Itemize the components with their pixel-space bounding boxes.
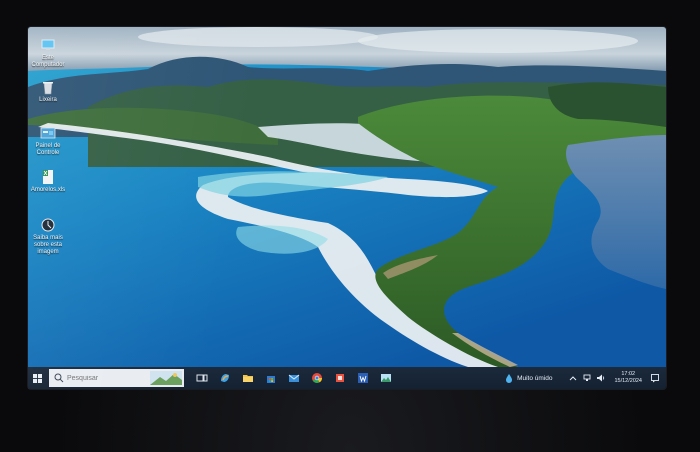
photos-icon xyxy=(380,374,391,382)
desktop-screen: Este Computador Lixeira Painel de Contro… xyxy=(28,27,666,389)
copilot-button[interactable] xyxy=(213,367,236,389)
file-explorer-icon xyxy=(242,375,253,382)
chrome-icon xyxy=(311,373,322,384)
computer-icon xyxy=(41,39,55,50)
search-input[interactable] xyxy=(67,374,147,382)
chevron-up-icon[interactable] xyxy=(568,373,578,383)
task-view-icon xyxy=(196,374,207,382)
chrome-button[interactable] xyxy=(305,367,328,389)
store-button[interactable] xyxy=(259,367,282,389)
office-button[interactable] xyxy=(328,367,351,389)
taskbar-search-box[interactable] xyxy=(49,369,184,387)
desktop-icon-label: Este Computador xyxy=(31,55,65,68)
desktop-icon-label: Painel de Controle xyxy=(35,143,61,156)
desktop-icon-learn-about-image[interactable]: Saiba mais sobre esta imagem xyxy=(28,217,68,256)
spreadsheet-file-icon xyxy=(43,170,53,184)
taskbar: Muito úmido 17:02 15/12/2024 xyxy=(28,367,666,389)
desktop-icon-spreadsheet[interactable]: Amorelos.xls xyxy=(28,169,68,194)
mail-button[interactable] xyxy=(282,367,305,389)
search-icon xyxy=(54,373,64,383)
network-icon[interactable] xyxy=(582,373,592,383)
recycle-bin-icon xyxy=(43,82,53,95)
desktop-icon-recycle-bin[interactable]: Lixeira xyxy=(28,79,68,104)
weather-widget[interactable]: Muito úmido xyxy=(504,373,552,383)
clock-time: 17:02 xyxy=(621,371,636,377)
word-button[interactable] xyxy=(351,367,374,389)
learn-about-image-icon xyxy=(41,218,55,232)
search-highlight-icon xyxy=(150,371,182,385)
office-icon xyxy=(335,374,344,382)
photos-button[interactable] xyxy=(374,367,397,389)
notification-icon[interactable] xyxy=(650,373,660,383)
taskbar-clock[interactable]: 17:02 15/12/2024 xyxy=(614,371,642,385)
desktop-icon-computer[interactable]: Este Computador xyxy=(28,37,68,69)
desktop-icon-label: Saiba mais sobre esta imagem xyxy=(33,235,63,255)
file-explorer-button[interactable] xyxy=(236,367,259,389)
desktop-wallpaper xyxy=(28,27,666,367)
task-view-button[interactable] xyxy=(190,367,213,389)
volume-icon[interactable] xyxy=(596,373,606,383)
mail-icon xyxy=(288,374,299,382)
store-icon xyxy=(266,376,275,383)
desktop-icon-label: Amorelos.xls xyxy=(30,187,66,193)
control-panel-icon xyxy=(40,127,56,139)
humidity-drop-icon xyxy=(506,374,513,383)
weather-text: Muito úmido xyxy=(517,374,553,382)
copilot-icon xyxy=(220,374,229,382)
windows-logo-icon xyxy=(32,373,42,383)
start-button[interactable] xyxy=(28,367,46,389)
word-icon xyxy=(357,373,368,383)
clock-date: 15/12/2024 xyxy=(614,378,642,384)
desktop-icon-control-panel[interactable]: Painel de Controle xyxy=(28,125,68,157)
system-tray: Muito úmido 17:02 15/12/2024 xyxy=(504,367,666,389)
desktop-icon-label: Lixeira xyxy=(39,97,57,103)
taskbar-pinned-apps xyxy=(190,367,397,389)
